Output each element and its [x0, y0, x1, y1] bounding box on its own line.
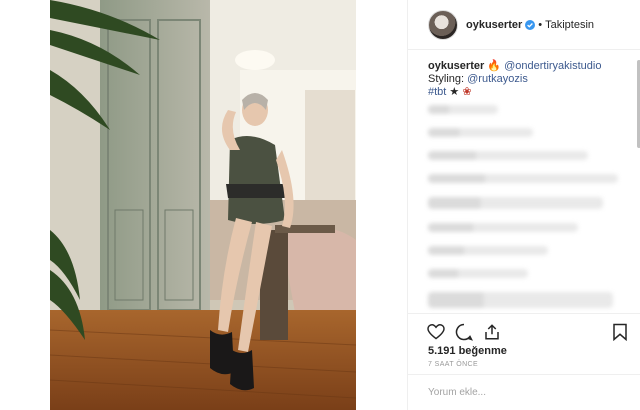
blurred-comment	[428, 292, 613, 308]
likes-count[interactable]: 5.191 beğenme	[428, 345, 507, 357]
post-photo[interactable]	[50, 0, 356, 410]
post-header: oykuserter • Takiptesin	[408, 0, 640, 50]
follow-status[interactable]: Takiptesin	[545, 19, 594, 31]
share-button[interactable]	[480, 320, 504, 344]
photo-panel	[0, 0, 407, 410]
header-username[interactable]: oykuserter	[466, 19, 522, 31]
caption-line-1: oykuserter 🔥 @ondertiryakistudio	[428, 60, 623, 73]
caption-mention-1[interactable]: @ondertiryakistudio	[504, 60, 601, 72]
post-sidebar: oykuserter • Takiptesin oykuserter 🔥 @on…	[407, 0, 640, 410]
caption-line-2: Styling: @rutkayozis	[428, 73, 623, 86]
blurred-comment	[428, 223, 578, 232]
comments-area[interactable]: oykuserter 🔥 @ondertiryakistudio Styling…	[408, 50, 640, 313]
caption-line-3: #tbt ★ ❀	[428, 86, 623, 99]
header-separator: •	[538, 18, 543, 31]
blurred-comment	[428, 246, 548, 255]
bookmark-icon	[613, 323, 627, 341]
styling-label: Styling:	[428, 73, 465, 85]
add-comment-field[interactable]: Yorum ekle...	[408, 374, 640, 410]
post-modal: oykuserter • Takiptesin oykuserter 🔥 @on…	[0, 0, 640, 410]
share-icon	[485, 324, 499, 340]
blurred-comment	[428, 151, 588, 160]
caption-mention-2[interactable]: @rutkayozis	[467, 73, 528, 85]
avatar[interactable]	[428, 9, 458, 40]
comment-button[interactable]	[452, 320, 476, 344]
blurred-comment	[428, 128, 533, 137]
caption-hashtag[interactable]: #tbt	[428, 86, 446, 98]
caption-username[interactable]: oykuserter	[428, 60, 484, 72]
comment-placeholder: Yorum ekle...	[428, 387, 486, 398]
rose-icon: ❀	[462, 86, 472, 98]
like-button[interactable]	[424, 320, 448, 344]
blurred-comment	[428, 105, 498, 114]
blurred-comment	[428, 197, 603, 209]
blurred-comment	[428, 269, 528, 278]
fire-icon: 🔥	[487, 60, 502, 72]
star-icon: ★	[449, 86, 460, 98]
heart-icon	[427, 324, 445, 340]
comment-icon	[455, 323, 473, 341]
post-time[interactable]: 7 SAAT ÖNCE	[428, 361, 478, 368]
photo-scene	[50, 0, 356, 410]
save-button[interactable]	[608, 320, 632, 344]
verified-icon	[525, 19, 536, 30]
blurred-comment	[428, 174, 618, 183]
